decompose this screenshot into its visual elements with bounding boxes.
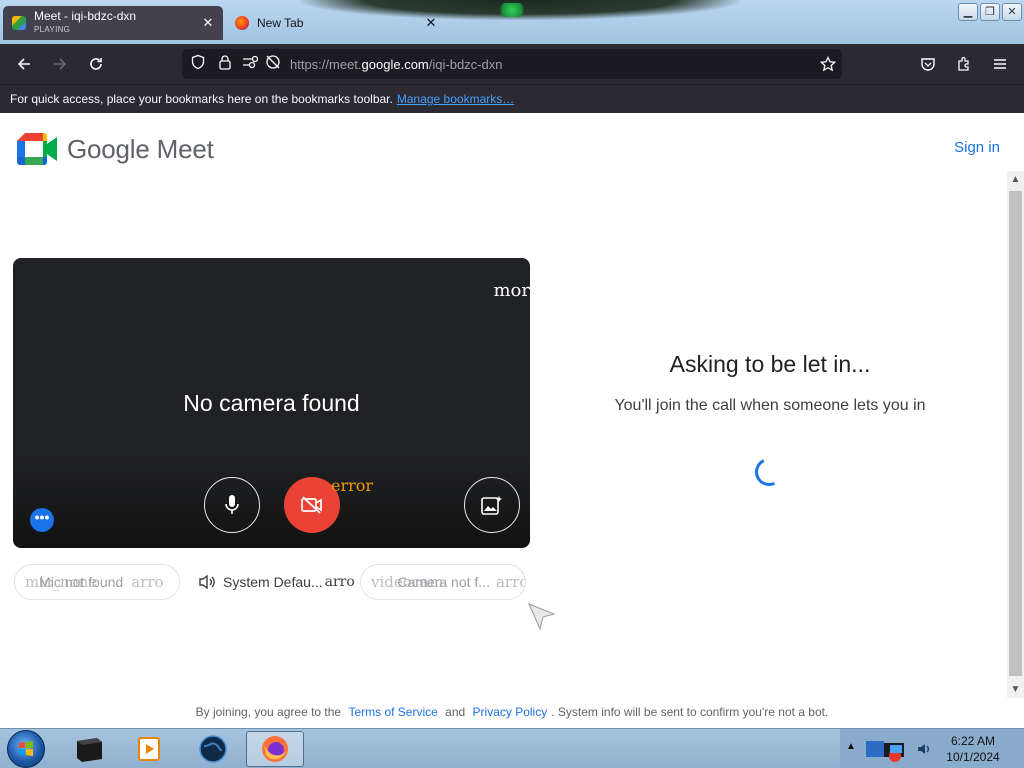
menu-icon[interactable] [984, 48, 1016, 80]
firefox-icon [262, 736, 288, 762]
restore-icon[interactable]: ❐ [980, 3, 1000, 21]
windows-taskbar: ▲ 6:22 AM 10/1/2024 [0, 728, 1024, 768]
terms-link[interactable]: Terms of Service [348, 705, 437, 719]
camera-select[interactable]: videocam Camera not f... arro [360, 564, 526, 600]
taskbar-media-player[interactable] [120, 731, 178, 767]
address-bar[interactable]: https://meet.google.com/iqi-bdzc-dxn [182, 49, 842, 79]
volume-icon[interactable] [916, 741, 932, 757]
firefox-favicon-icon [235, 16, 249, 30]
video-preview: mor No camera found ••• error [13, 258, 530, 548]
speaker-select[interactable]: System Defau... arro [198, 564, 355, 600]
taskbar-firefox[interactable] [246, 731, 304, 767]
clock-date: 10/1/2024 [946, 750, 1000, 764]
scroll-down-icon[interactable]: ▼ [1007, 681, 1024, 698]
join-status: Asking to be let in... You'll join the c… [600, 351, 940, 418]
brand-name: Google Meet [67, 133, 214, 164]
scroll-up-icon[interactable]: ▲ [1007, 171, 1024, 188]
sign-in-link[interactable]: Sign in [954, 139, 1000, 156]
url-text: https://meet.google.com/iqi-bdzc-dxn [290, 56, 503, 72]
manage-bookmarks-link[interactable]: Manage bookmarks… [397, 92, 514, 106]
minimize-icon[interactable]: ▁ [958, 3, 978, 21]
clock-time: 6:22 AM [950, 734, 996, 748]
reload-icon[interactable] [80, 48, 112, 80]
google-meet-logo[interactable]: Google Meet [17, 133, 214, 165]
meet-logo-icon [17, 133, 57, 165]
taskbar-terminal[interactable] [60, 731, 118, 767]
speaker-select-label: System Defau... [223, 574, 323, 590]
video-off-icon [301, 496, 322, 514]
status-heading: Asking to be let in... [669, 351, 871, 377]
tab-title: New Tab [257, 15, 304, 30]
browser-tab-bar: Meet - iqi-bdzc-dxn PLAYING ✕ New Tab ✕ … [0, 0, 1024, 44]
bookmarks-hint: For quick access, place your bookmarks h… [10, 92, 393, 106]
more-options-icon[interactable]: ••• [30, 508, 54, 532]
speaker-dropdown-arrow-icon: arro [324, 574, 355, 590]
status-message: You'll join the call when someone lets y… [614, 397, 926, 414]
microphone-button[interactable] [204, 477, 260, 533]
close-tab-icon[interactable]: ✕ [199, 15, 217, 31]
mic-select-label: Mic not found [39, 574, 124, 590]
windows-logo-icon [19, 741, 33, 756]
legal-footer: By joining, you agree to the Terms of Se… [0, 705, 1024, 719]
system-clock[interactable]: 6:22 AM 10/1/2024 [938, 733, 1008, 765]
globe-icon [199, 735, 227, 763]
camera-select-label: Camera not f... [397, 574, 490, 590]
page-scrollbar[interactable]: ▲ ▼ [1007, 171, 1024, 698]
no-camera-message: No camera found [183, 390, 360, 416]
bookmark-star-icon[interactable] [819, 55, 837, 77]
footer-prefix: By joining, you agree to the [195, 705, 342, 719]
tab-title: Meet - iqi-bdzc-dxn [34, 9, 137, 23]
close-tab-icon[interactable]: ✕ [422, 15, 440, 31]
show-hidden-icons-icon[interactable]: ▲ [846, 741, 856, 752]
mic-icon [225, 495, 239, 514]
meet-page: Google Meet Sign in ▲ ▼ mor No camera fo… [0, 113, 1024, 728]
lock-icon[interactable] [218, 54, 232, 75]
navigation-toolbar: https://meet.google.com/iqi-bdzc-dxn [0, 44, 1024, 84]
visual-effects-button[interactable] [464, 477, 520, 533]
tab-playing-label: PLAYING [34, 25, 71, 34]
effects-icon [481, 496, 502, 515]
start-button[interactable] [7, 730, 45, 768]
forward-icon[interactable] [44, 48, 76, 80]
close-window-icon[interactable]: ✕ [1002, 3, 1022, 21]
scrollbar-thumb[interactable] [1009, 191, 1022, 676]
pocket-icon[interactable] [912, 48, 944, 80]
privacy-link[interactable]: Privacy Policy [473, 705, 548, 719]
footer-suffix: . System info will be sent to confirm yo… [551, 705, 829, 719]
wallpaper-light [497, 3, 527, 17]
camera-error-label: error [331, 476, 374, 495]
taskbar-browser[interactable] [184, 731, 242, 767]
mic-dropdown-arrow-icon: arro [131, 573, 164, 591]
tray-network-icon[interactable] [864, 737, 918, 763]
footer-and: and [445, 705, 466, 719]
extensions-icon[interactable] [948, 48, 980, 80]
terminal-icon [77, 738, 102, 762]
tab-new-tab[interactable]: New Tab ✕ [226, 6, 446, 40]
window-controls: ▁ ❐ ✕ [958, 3, 1022, 21]
media-player-icon [138, 737, 160, 761]
tracking-shield-icon[interactable] [190, 54, 206, 75]
more-options-label[interactable]: mor [493, 280, 530, 301]
back-icon[interactable] [8, 48, 40, 80]
microphone-select[interactable]: mic_none Mic not found arro [14, 564, 180, 600]
mouse-cursor-icon [528, 603, 556, 631]
camera-dropdown-arrow-icon: arro [495, 573, 526, 591]
loading-spinner-icon [751, 454, 787, 490]
meet-favicon-icon [12, 16, 26, 30]
tab-meet[interactable]: Meet - iqi-bdzc-dxn PLAYING ✕ [3, 6, 223, 40]
speaker-icon [199, 574, 215, 590]
bookmarks-toolbar: For quick access, place your bookmarks h… [0, 84, 1024, 113]
camera-blocked-icon[interactable] [264, 54, 282, 75]
permissions-icon[interactable] [242, 55, 260, 74]
